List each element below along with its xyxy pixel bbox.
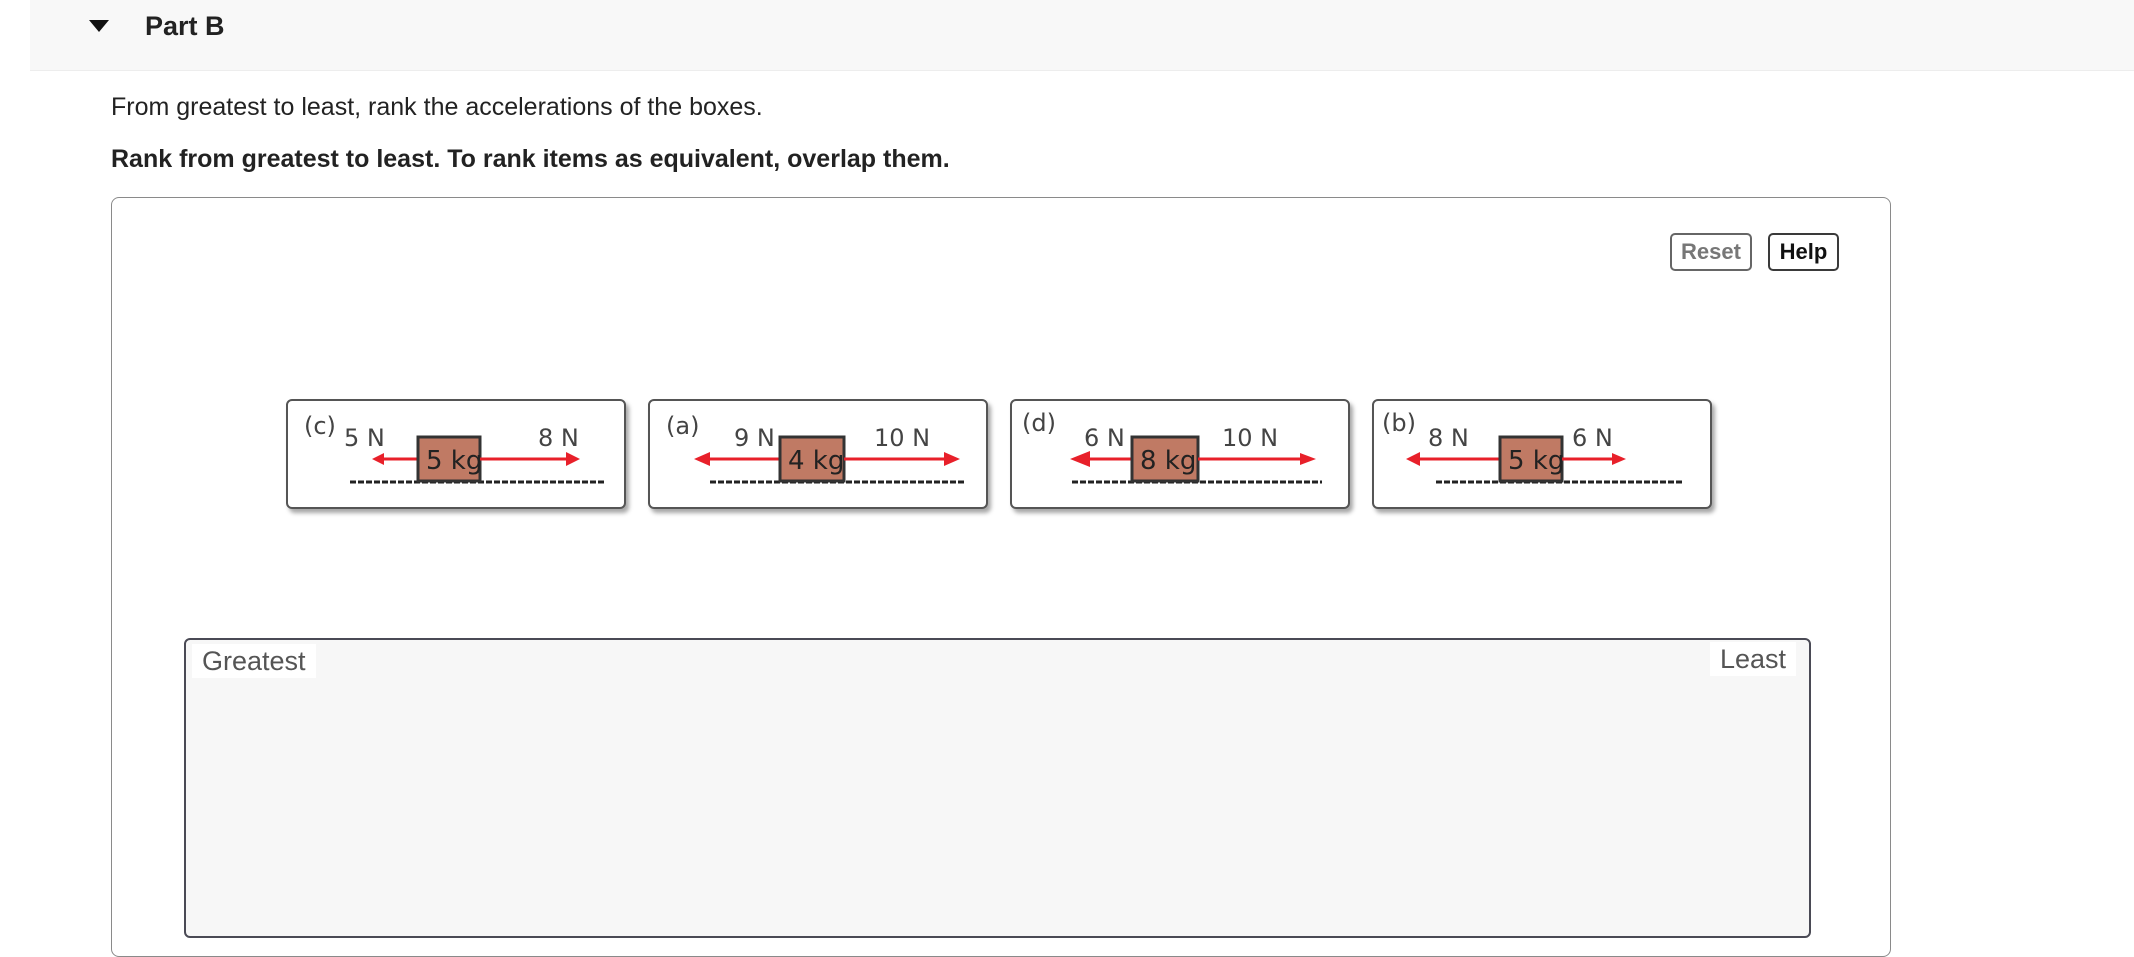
draggable-tile-d[interactable]: (d) 6 N 10 N 8 kg xyxy=(1010,399,1350,509)
tile-a-mass: 4 kg xyxy=(788,446,844,476)
draggable-tile-b[interactable]: (b) 8 N 6 N 5 kg xyxy=(1372,399,1712,509)
draggable-tile-a[interactable]: (a) 9 N 10 N 4 kg xyxy=(648,399,988,509)
part-title: Part B xyxy=(145,11,225,41)
question-text: From greatest to least, rank the acceler… xyxy=(111,93,763,121)
tile-b-mass: 5 kg xyxy=(1508,446,1564,476)
ranking-instruction: Rank from greatest to least. To rank ite… xyxy=(111,145,950,173)
tile-b-label: (b) xyxy=(1382,409,1416,437)
help-button[interactable]: Help xyxy=(1768,233,1839,271)
tile-c-mass: 5 kg xyxy=(426,446,482,476)
tile-d-label: (d) xyxy=(1022,409,1056,437)
tile-a-label: (a) xyxy=(666,412,699,440)
collapse-caret-icon[interactable] xyxy=(88,19,110,33)
tile-b-right-force: 6 N xyxy=(1572,424,1613,452)
rank-greatest-label: Greatest xyxy=(192,644,316,678)
tile-b-left-force: 8 N xyxy=(1428,424,1469,452)
tile-c-label: (c) xyxy=(304,412,336,440)
rank-least-label: Least xyxy=(1710,642,1797,676)
force-diagram-c: (c) 5 N 8 N 5 kg xyxy=(304,412,604,484)
part-header[interactable]: Part B xyxy=(30,0,2134,71)
force-diagram-b: (b) 8 N 6 N 5 kg xyxy=(1382,409,1684,484)
tile-c-right-force: 8 N xyxy=(538,424,579,452)
tile-a-right-force: 10 N xyxy=(874,424,930,452)
force-diagram-a: (a) 9 N 10 N 4 kg xyxy=(666,412,966,484)
tile-d-right-force: 10 N xyxy=(1222,424,1278,452)
reset-button[interactable]: Reset xyxy=(1670,233,1752,271)
force-diagram-d: (d) 6 N 10 N 8 kg xyxy=(1022,409,1322,484)
tile-a-left-force: 9 N xyxy=(734,424,775,452)
ranking-drop-zone[interactable] xyxy=(184,638,1811,938)
tile-c-left-force: 5 N xyxy=(344,424,385,452)
tile-d-mass: 8 kg xyxy=(1140,446,1196,476)
tile-d-left-force: 6 N xyxy=(1084,424,1125,452)
draggable-tile-c[interactable]: (c) 5 N 8 N 5 kg xyxy=(286,399,626,509)
